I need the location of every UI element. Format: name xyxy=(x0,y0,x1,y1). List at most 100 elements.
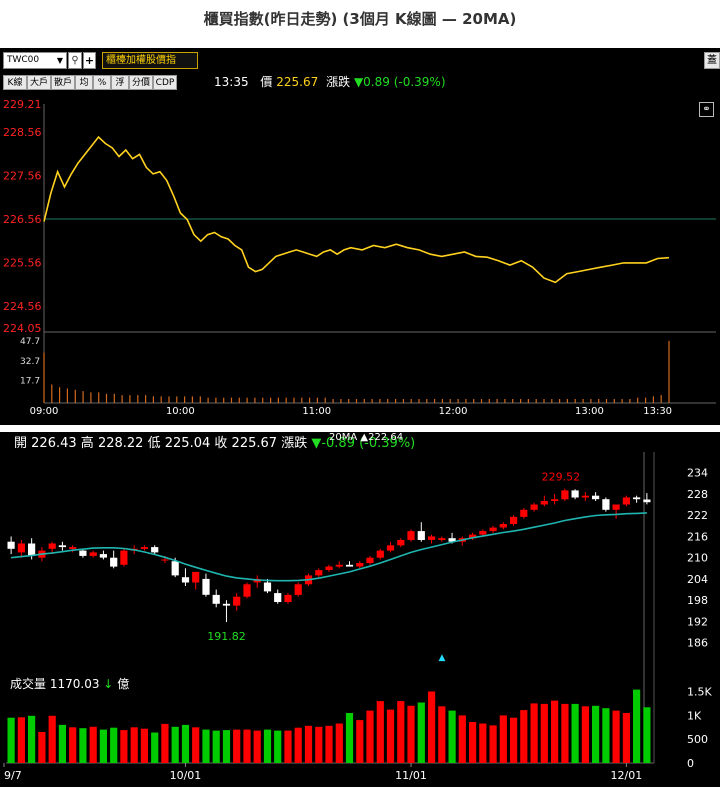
volume-bar xyxy=(262,397,264,403)
volume-bar xyxy=(613,399,615,403)
volume-bar xyxy=(222,730,231,763)
volume-bar xyxy=(233,729,241,763)
volume-bar xyxy=(602,708,610,763)
volume-bar xyxy=(480,399,483,403)
candle-body xyxy=(58,545,66,548)
volume-bar xyxy=(160,396,162,403)
volume-bar xyxy=(98,392,100,403)
y-tick-label: 225.56 xyxy=(3,256,42,269)
volume-bar xyxy=(559,399,561,403)
volume-bar xyxy=(345,713,354,763)
volume-bar xyxy=(152,396,154,403)
volume-bar xyxy=(402,399,404,403)
volume-bar xyxy=(581,706,589,763)
volume-bar xyxy=(612,710,620,763)
volume-tick-label: 47.7 xyxy=(20,337,40,347)
y-tick-label: 192 xyxy=(687,615,708,628)
volume-bar xyxy=(212,730,220,763)
volume-bar xyxy=(263,729,272,763)
volume-bar xyxy=(324,397,326,403)
candle-body xyxy=(140,547,148,549)
volume-bar xyxy=(199,396,201,403)
candle-body xyxy=(386,545,395,551)
volume-bar xyxy=(335,723,343,763)
volume-bar xyxy=(129,395,131,403)
candle-body xyxy=(428,536,436,540)
volume-bar xyxy=(527,399,529,403)
candle-body xyxy=(120,550,128,565)
volume-bar xyxy=(566,399,568,403)
volume-bar xyxy=(113,393,115,403)
volume-bar xyxy=(140,728,148,763)
volume-bar xyxy=(622,713,630,763)
volume-bar xyxy=(51,384,53,403)
y-tick-label: 228.56 xyxy=(3,126,42,139)
volume-tick-label: 32.7 xyxy=(20,357,40,367)
candle-body xyxy=(510,516,518,524)
volume-bar xyxy=(243,729,251,763)
volume-bar xyxy=(58,724,66,763)
volume-bar xyxy=(294,727,302,763)
volume-bar xyxy=(561,703,569,763)
volume-tick-label: 0 xyxy=(687,757,694,770)
candle-body xyxy=(28,543,36,556)
volume-tick-label: 1K xyxy=(687,709,702,722)
y-tick-label: 186 xyxy=(687,637,708,650)
volume-bar xyxy=(488,399,490,403)
volume-bar xyxy=(171,726,179,763)
x-tick-label: 13:30 xyxy=(643,406,672,417)
volume-bar xyxy=(598,399,600,403)
y-tick-label: 224.05 xyxy=(3,322,42,335)
volume-bar xyxy=(230,397,233,403)
volume-bar xyxy=(301,397,303,403)
volume-bar xyxy=(43,352,45,403)
candle-body xyxy=(643,499,651,503)
y-tick-label: 228 xyxy=(687,488,708,501)
volume-bar xyxy=(99,729,107,763)
volume-bar xyxy=(254,397,256,403)
candle-body xyxy=(602,499,610,510)
candle-body xyxy=(89,552,97,556)
volume-bar xyxy=(668,340,670,403)
candle-body xyxy=(438,538,446,540)
candle-body xyxy=(274,593,282,602)
candle-body xyxy=(571,490,579,498)
candle-body xyxy=(69,547,77,549)
volume-bar xyxy=(151,732,159,763)
volume-bar xyxy=(496,399,498,403)
volume-bar xyxy=(457,399,459,403)
candle-body xyxy=(592,495,600,500)
volume-bar xyxy=(284,730,292,763)
volume-bar xyxy=(48,715,56,763)
volume-bar xyxy=(592,705,600,763)
volume-bar xyxy=(90,392,92,403)
y-tick-label: 226.56 xyxy=(3,213,42,226)
y-tick-label: 204 xyxy=(687,573,708,586)
volume-bar xyxy=(315,726,323,763)
low-annotation: 191.82 xyxy=(207,630,246,643)
candle-body xyxy=(151,547,159,553)
volume-bar xyxy=(621,399,623,403)
candle-body xyxy=(612,504,620,510)
intraday-panel: TWC00 ▼ ⚲ + 櫃檯加權股價指 蓋 K線 大戶 散戶 均 % 浮 分價 … xyxy=(0,48,720,425)
volume-bar xyxy=(246,397,248,403)
y-tick-label: 210 xyxy=(687,552,708,565)
volume-bar xyxy=(82,391,84,403)
candle-body xyxy=(540,501,548,505)
candle-body xyxy=(551,499,559,501)
x-tick-label: 12/01 xyxy=(611,769,643,782)
candle-body xyxy=(489,527,497,532)
volume-bar xyxy=(535,399,537,403)
volume-bar xyxy=(348,399,350,403)
volume-bar xyxy=(215,397,217,403)
candle-body xyxy=(17,543,25,553)
candle-body xyxy=(479,531,487,535)
candle-body xyxy=(161,559,169,561)
x-tick-label: 10/01 xyxy=(170,769,202,782)
volume-bar xyxy=(105,393,108,403)
volume-bar xyxy=(426,399,428,403)
volume-bar xyxy=(499,715,507,763)
candle-body xyxy=(356,563,364,567)
volume-bar xyxy=(202,729,210,763)
daily-chart: 234 228 222 216 210 204 198 192 186 229.52 191.82 ▲… xyxy=(3,452,712,782)
